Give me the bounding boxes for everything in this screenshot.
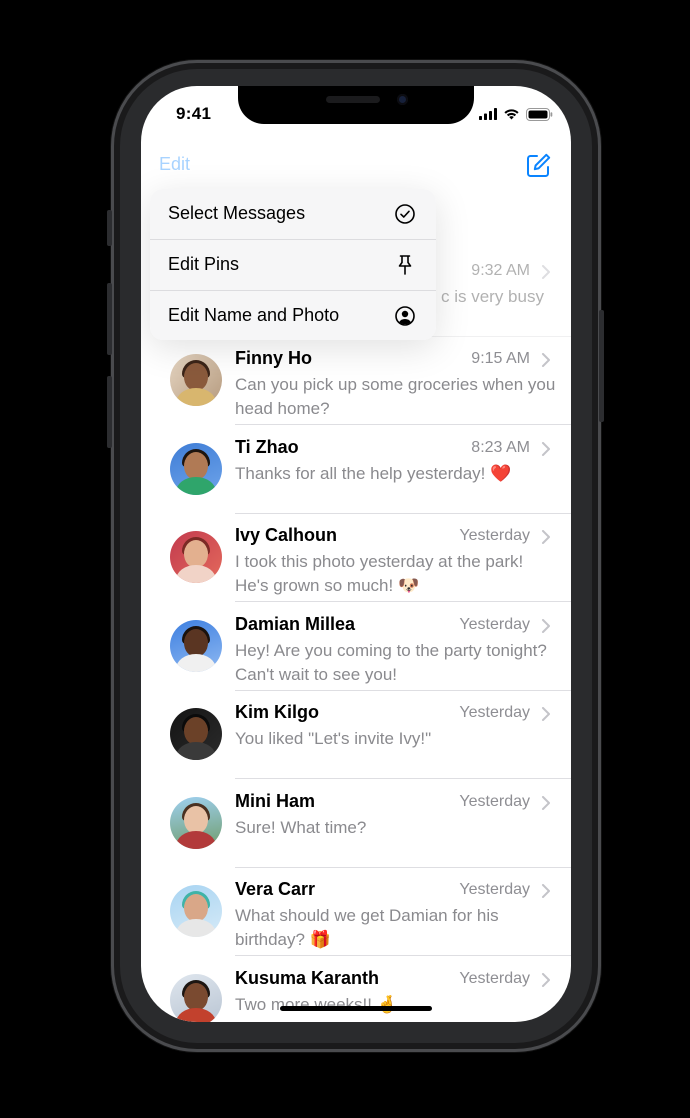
contact-name: Kusuma Karanth — [235, 968, 380, 988]
crossed-fingers-emoji: 🤞 — [376, 995, 398, 1014]
heart-emoji: ❤️ — [490, 464, 512, 483]
menu-item-label: Edit Pins — [168, 254, 240, 274]
wifi-icon — [504, 109, 519, 120]
avatar — [170, 354, 222, 406]
contact-name: Damian Millea — [235, 614, 356, 634]
message-preview: I took this photo yesterday at the park!… — [235, 552, 524, 595]
contact-name: Ivy Calhoun — [235, 525, 338, 545]
conversation-row-finny-ho[interactable]: Finny Ho 9:15 AM Can you pick up some gr… — [141, 337, 571, 425]
row-divider — [235, 601, 571, 602]
avatar — [170, 885, 222, 937]
row-divider — [235, 955, 571, 956]
menu-item-select-messages[interactable]: Select Messages — [150, 189, 436, 239]
message-preview: Thanks for all the help yesterday! ❤️ — [235, 464, 512, 483]
message-preview: Two more weeks!! 🤞 — [235, 995, 398, 1014]
menu-item-label: Edit Name and Photo — [168, 305, 340, 325]
speaker-grille — [326, 96, 380, 103]
pin-icon — [398, 255, 412, 275]
compose-icon[interactable] — [524, 152, 552, 180]
conversation-time: Yesterday — [459, 616, 530, 633]
conversation-row-ivy-calhoun[interactable]: Ivy Calhoun Yesterday I took this photo … — [141, 514, 571, 602]
conversation-time: Yesterday — [459, 704, 530, 721]
menu-item-label: Select Messages — [168, 203, 306, 223]
battery-icon — [526, 107, 553, 121]
screen: 9:41 Edit 9:32 AM c is very busy Finny H… — [141, 86, 571, 1022]
conversation-time: 9:32 AM — [471, 262, 530, 279]
conversation-row-mini-ham[interactable]: Mini Ham Yesterday Sure! What time? — [141, 780, 571, 868]
gift-emoji: 🎁 — [309, 930, 331, 949]
conversation-row-damian-millea[interactable]: Damian Millea Yesterday Hey! Are you com… — [141, 603, 571, 691]
menu-item-edit-name-and-photo[interactable]: Edit Name and Photo — [150, 291, 436, 341]
chevron-right-icon — [542, 530, 550, 544]
message-preview: Can you pick up some groceries when you … — [235, 375, 556, 418]
avatar — [170, 620, 222, 672]
silent-switch — [107, 210, 112, 246]
volume-up-button — [107, 283, 112, 355]
conversation-time: Yesterday — [459, 881, 530, 898]
message-preview: What should we get Damian for his birthd… — [235, 906, 499, 949]
message-preview: Hey! Are you coming to the party tonight… — [235, 641, 547, 684]
message-preview: c is very busy — [441, 287, 544, 306]
status-time: 9:41 — [176, 104, 212, 123]
dog-emoji: 🐶 — [397, 576, 420, 595]
conversation-time: Yesterday — [459, 527, 530, 544]
chevron-right-icon — [542, 619, 550, 633]
avatar — [170, 531, 222, 583]
row-divider — [235, 424, 571, 425]
avatar — [170, 708, 222, 760]
chevron-right-icon — [542, 884, 550, 898]
avatar — [170, 974, 222, 1022]
contact-name: Finny Ho — [235, 348, 312, 368]
status-icons — [479, 107, 553, 121]
contact-name: Kim Kilgo — [235, 702, 319, 722]
context-menu: Select Messages Edit Pins Edit Name and … — [150, 189, 436, 340]
chevron-right-icon — [542, 442, 550, 456]
chevron-right-icon — [542, 973, 550, 987]
notch — [238, 86, 474, 124]
front-camera — [397, 94, 408, 105]
edit-button[interactable]: Edit — [159, 154, 190, 175]
menu-item-edit-pins[interactable]: Edit Pins — [150, 240, 436, 290]
contact-name: Ti Zhao — [235, 437, 299, 457]
row-divider — [235, 778, 571, 779]
chevron-right-icon — [542, 707, 550, 721]
contact-name: Vera Carr — [235, 879, 316, 899]
conversation-row-vera-carr[interactable]: Vera Carr Yesterday What should we get D… — [141, 868, 571, 956]
home-indicator[interactable] — [280, 1006, 432, 1011]
conversation-row-ti-zhao[interactable]: Ti Zhao 8:23 AM Thanks for all the help … — [141, 426, 571, 514]
conversation-time: Yesterday — [459, 970, 530, 987]
chevron-right-icon — [542, 796, 550, 810]
conversation-time: Yesterday — [459, 793, 530, 810]
volume-down-button — [107, 376, 112, 448]
message-preview: Sure! What time? — [235, 818, 367, 837]
conversation-time: 8:23 AM — [471, 439, 530, 456]
side-button — [599, 310, 604, 422]
contact-name: Mini Ham — [235, 791, 316, 811]
conversation-time: 9:15 AM — [471, 350, 530, 367]
avatar — [170, 797, 222, 849]
cellular-signal-icon — [479, 108, 497, 120]
message-preview: You liked "Let's invite Ivy!" — [235, 729, 432, 748]
person-circle-icon — [395, 306, 415, 326]
chevron-right-icon — [542, 353, 550, 367]
checkmark-circle-icon — [395, 204, 415, 224]
conversation-row-kim-kilgo[interactable]: Kim Kilgo Yesterday You liked "Let's inv… — [141, 691, 571, 779]
chevron-right-icon — [542, 265, 550, 279]
conversation-row-kusuma-karanth[interactable]: Kusuma Karanth Yesterday Two more weeks!… — [141, 957, 571, 1022]
avatar — [170, 443, 222, 495]
